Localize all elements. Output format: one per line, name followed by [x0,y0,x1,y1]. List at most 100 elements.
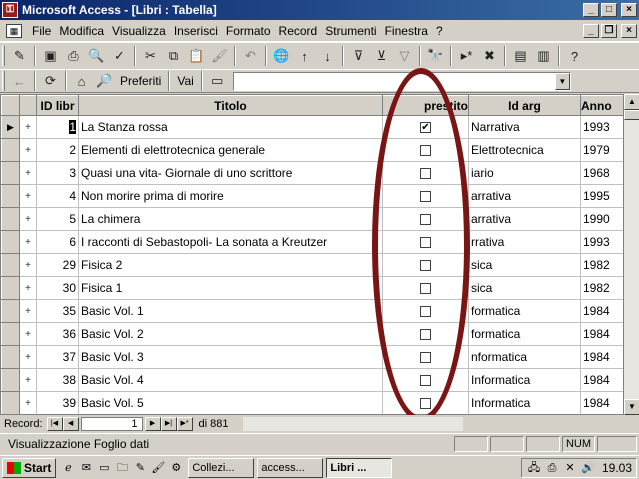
prev-record-icon[interactable]: ◀ [62,417,79,431]
editor-icon[interactable]: ✎ [132,460,148,476]
cell-prestito[interactable] [382,345,469,369]
cut-icon[interactable]: ✂ [139,45,162,67]
menu-finestra[interactable]: Finestra [381,24,432,38]
cell-titolo[interactable]: Non morire prima di morire [78,184,383,208]
sort-descending-icon[interactable]: ↓ [316,45,339,67]
cell-prestito[interactable] [382,253,469,277]
expand-icon[interactable]: + [19,230,37,254]
print-icon[interactable]: ⎙ [62,45,85,67]
cell-prestito[interactable] [382,391,469,414]
record-selector[interactable] [1,253,20,277]
prestito-checkbox[interactable] [420,260,431,272]
doc-close-button[interactable]: × [621,23,637,38]
table-icon[interactable]: ▦ [6,23,22,38]
prestito-checkbox[interactable] [420,352,431,364]
delete-record-icon[interactable]: ✖ [478,45,501,67]
scroll-up-icon[interactable]: ▲ [624,94,639,110]
cell-idarg[interactable]: formatica [468,322,581,346]
cell-id[interactable]: 5 [36,207,79,231]
table-row[interactable]: +36 Basic Vol. 2 formatica 1984 [1,322,632,346]
start-button[interactable]: Start [2,457,57,478]
print-preview-icon[interactable]: 🔍 [85,45,108,67]
filter-form-icon[interactable]: ⊻ [370,45,393,67]
menu-strumenti[interactable]: Strumenti [321,24,380,38]
expand-icon[interactable]: + [19,138,37,162]
table-row[interactable]: +37 Basic Vol. 3 nformatica 1984 [1,345,632,369]
record-selector[interactable] [1,161,20,185]
cell-idarg[interactable]: arrativa [468,184,581,208]
cell-idarg[interactable]: rrativa [468,230,581,254]
cell-titolo[interactable]: La chimera [78,207,383,231]
cell-idarg[interactable]: formatica [468,299,581,323]
cell-titolo[interactable]: Fisica 1 [78,276,383,300]
volume-icon[interactable]: 🔊 [580,460,596,476]
task-access[interactable]: access... [257,457,324,478]
cell-titolo[interactable]: Quasi una vita- Giornale di uno scrittor… [78,161,383,185]
filter-selection-icon[interactable]: ⊽ [347,45,370,67]
cell-idarg[interactable]: iario [468,161,581,185]
record-selector[interactable] [1,184,20,208]
view-design-icon[interactable]: ✎ [8,45,31,67]
menu-inserisci[interactable]: Inserisci [170,24,222,38]
paste-icon[interactable]: 📋 [185,45,208,67]
current-record-input[interactable]: 1 [80,417,143,431]
expand-icon[interactable]: + [19,391,37,414]
cell-id[interactable]: 1 [36,115,79,139]
record-selector[interactable] [1,368,20,392]
table-row[interactable]: ▶ +1 La Stanza rossa ✔ Narrativa 1993 [1,115,632,139]
menu-modifica[interactable]: Modifica [55,24,108,38]
cell-id[interactable]: 4 [36,184,79,208]
expand-icon[interactable]: + [19,253,37,277]
expand-icon[interactable]: + [19,276,37,300]
cell-id[interactable]: 30 [36,276,79,300]
record-selector[interactable] [1,345,20,369]
table-row[interactable]: +39 Basic Vol. 5 Informatica 1984 [1,391,632,414]
cell-idarg[interactable]: Informatica [468,391,581,414]
expand-icon[interactable]: + [19,345,37,369]
undo-icon[interactable]: ↶ [239,45,262,67]
menu-formato[interactable]: Formato [222,24,275,38]
cell-prestito[interactable] [382,230,469,254]
cell-idarg[interactable]: arrativa [468,207,581,231]
record-selector[interactable] [1,230,20,254]
cell-id[interactable]: 3 [36,161,79,185]
col-header-titolo[interactable]: Titolo [78,95,383,116]
address-dropdown-icon[interactable]: ▼ [554,72,570,90]
database-window-icon[interactable]: ▤ [509,45,532,67]
table-row[interactable]: +5 La chimera arrativa 1990 [1,207,632,231]
cell-idarg[interactable]: Informatica [468,368,581,392]
cell-prestito[interactable] [382,299,469,323]
close-button[interactable]: × [621,3,637,17]
record-selector[interactable] [1,322,20,346]
help-icon[interactable]: ? [563,45,586,67]
apply-filter-icon[interactable]: ▽ [393,45,416,67]
cell-prestito[interactable] [382,184,469,208]
prestito-checkbox[interactable] [420,306,431,318]
table-row[interactable]: +3 Quasi una vita- Giornale di uno scritt… [1,161,632,185]
col-header-idarg[interactable]: Id arg [468,95,581,116]
expand-icon[interactable]: + [19,368,37,392]
table-row[interactable]: +6 I racconti di Sebastopoli- La sonata a… [1,230,632,254]
cell-id[interactable]: 38 [36,368,79,392]
horizontal-scrollbar[interactable] [242,417,463,431]
cell-id[interactable]: 36 [36,322,79,346]
ie-icon[interactable]: ℯ [60,460,76,476]
cell-id[interactable]: 37 [36,345,79,369]
disconnected-icon[interactable]: ✕ [562,460,578,476]
table-row[interactable]: +35 Basic Vol. 1 formatica 1984 [1,299,632,323]
clock[interactable]: 19.03 [598,461,632,475]
prestito-checkbox[interactable] [420,398,431,410]
new-record-nav-icon[interactable]: ▶* [176,417,193,431]
menu-help[interactable]: ? [432,24,447,38]
desktop-icon[interactable]: ▭ [96,460,112,476]
menu-visualizza[interactable]: Visualizza [108,24,170,38]
expand-icon[interactable]: + [19,115,37,139]
col-header-prestito[interactable]: prestito [382,95,469,116]
record-selector[interactable] [1,276,20,300]
cell-id[interactable]: 39 [36,391,79,414]
prestito-checkbox[interactable] [420,283,431,295]
cell-prestito[interactable] [382,322,469,346]
expand-icon[interactable]: + [19,322,37,346]
sort-ascending-icon[interactable]: ↑ [293,45,316,67]
next-record-icon[interactable]: ▶ [144,417,161,431]
